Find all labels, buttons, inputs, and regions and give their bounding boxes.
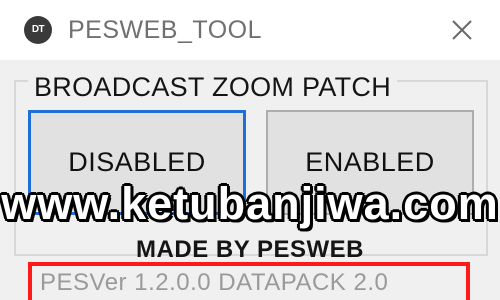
close-icon bbox=[452, 20, 472, 40]
watermark-text: www.ketubanjiwa.com bbox=[1, 178, 499, 229]
app-icon: DT bbox=[24, 16, 52, 44]
close-button[interactable] bbox=[442, 10, 482, 50]
window-title: PESWEB_TOOL bbox=[68, 16, 262, 44]
made-by-label: MADE BY PESWEB bbox=[136, 236, 364, 263]
title-bar: DT PESWEB_TOOL bbox=[0, 0, 500, 60]
group-title: BROADCAST ZOOM PATCH bbox=[28, 70, 398, 104]
version-label: PESVer 1.2.0.0 DATAPACK 2.0 bbox=[40, 269, 389, 296]
